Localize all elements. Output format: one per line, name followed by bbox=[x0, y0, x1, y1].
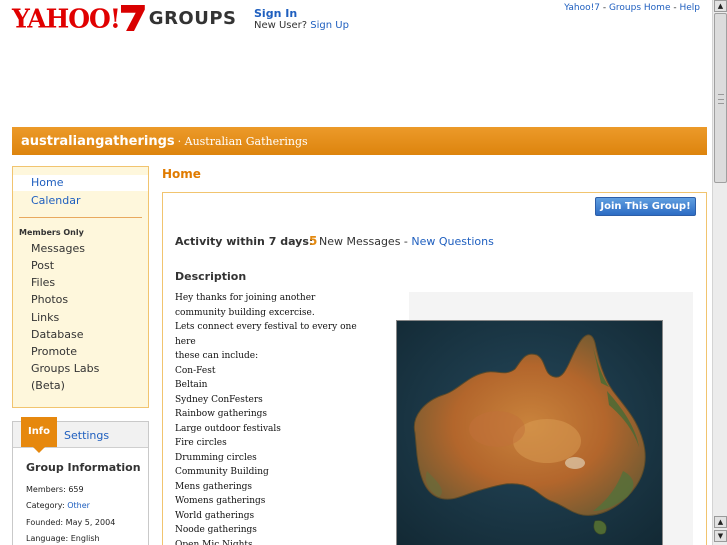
description-line: Mens gatherings bbox=[175, 481, 253, 492]
category-label: Category: bbox=[26, 501, 65, 510]
members-value: 659 bbox=[68, 485, 84, 494]
activity-summary: Activity within 7 days: 5 New Messages -… bbox=[175, 234, 494, 248]
nav-item-calendar[interactable]: Calendar bbox=[31, 194, 80, 208]
sign-up-link[interactable]: Sign Up bbox=[310, 20, 349, 31]
description-line: World gatherings bbox=[175, 510, 255, 521]
description-line: Open Mic Nights bbox=[175, 539, 253, 545]
join-group-button[interactable]: Join This Group! bbox=[595, 197, 696, 216]
group-info-box: Info Settings Group Information Members:… bbox=[12, 417, 149, 545]
description-line: here bbox=[175, 336, 196, 347]
sign-in-area: Sign In New User? Sign Up bbox=[254, 8, 349, 31]
members-count: Members: 659 bbox=[26, 485, 84, 494]
members-label: Members: bbox=[26, 485, 66, 494]
tab-settings[interactable]: Settings bbox=[64, 429, 109, 442]
language-value: English bbox=[70, 534, 100, 543]
nav-item-links[interactable]: Links bbox=[31, 311, 59, 325]
nav-item-home[interactable]: Home bbox=[13, 175, 148, 191]
description-line: Rainbow gatherings bbox=[175, 409, 267, 419]
new-user-text: New User? Sign Up bbox=[254, 20, 349, 31]
description-line: Community Building bbox=[175, 467, 269, 477]
description-line: Hey thanks for joining another bbox=[175, 293, 316, 303]
new-questions-link[interactable]: New Questions bbox=[411, 235, 493, 248]
description-line: Con-Fest bbox=[175, 365, 216, 376]
group-id[interactable]: australiangatherings bbox=[21, 134, 175, 149]
sign-in-link[interactable]: Sign In bbox=[254, 8, 349, 19]
nav-item-post[interactable]: Post bbox=[31, 259, 54, 273]
scroll-up-button[interactable]: ▲ bbox=[714, 0, 727, 12]
description-line: Sydney ConFesters bbox=[175, 394, 263, 405]
description-line: Large outdoor festivals bbox=[175, 423, 281, 434]
description-line: these can include: bbox=[175, 351, 259, 361]
description-body: Hey thanks for joining another community … bbox=[175, 291, 365, 545]
scrollbar-thumb[interactable] bbox=[714, 13, 727, 183]
activity-count: 5 bbox=[309, 234, 318, 248]
help-link[interactable]: Help bbox=[679, 3, 700, 13]
logo-yahoo-text: YAHOO! bbox=[12, 2, 121, 34]
nav-item-promote[interactable]: Promote bbox=[31, 345, 77, 359]
nav-item-database[interactable]: Database bbox=[31, 328, 84, 342]
group-information-title: Group Information bbox=[26, 461, 141, 474]
description-line: Womens gatherings bbox=[175, 496, 266, 506]
description-line: community building excercise. bbox=[175, 307, 315, 318]
founded-label: Founded: bbox=[26, 518, 64, 527]
australia-map-image bbox=[396, 320, 663, 545]
main-content-box: Join This Group! Activity within 7 days:… bbox=[162, 192, 707, 545]
category-row: Category: Other bbox=[26, 501, 90, 510]
description-heading: Description bbox=[175, 270, 247, 283]
nav-item-photos[interactable]: Photos bbox=[31, 293, 68, 307]
nav-item-messages[interactable]: Messages bbox=[31, 242, 85, 256]
language-label: Language: bbox=[26, 534, 69, 543]
vertical-scrollbar[interactable]: ▲ ▲ ▼ bbox=[712, 0, 727, 545]
scroll-up-button-lower[interactable]: ▲ bbox=[714, 516, 727, 528]
left-navigation: Home Calendar Members Only Messages Post… bbox=[12, 166, 149, 408]
nav-item-files[interactable]: Files bbox=[31, 276, 55, 290]
category-link[interactable]: Other bbox=[67, 501, 90, 510]
nav-item-groups-labs[interactable]: Groups Labs bbox=[31, 362, 99, 376]
description-line: Noode gatherings bbox=[175, 525, 257, 535]
description-line: Drumming circles bbox=[175, 452, 257, 463]
activity-separator: - bbox=[400, 235, 412, 248]
scroll-down-button[interactable]: ▼ bbox=[714, 530, 727, 542]
group-banner: australiangatherings · Australian Gather… bbox=[12, 127, 707, 155]
description-line: Beltain bbox=[175, 380, 208, 390]
description-line: Fire circles bbox=[175, 438, 227, 448]
logo-seven-mark bbox=[120, 5, 145, 31]
top-link-separator: - bbox=[599, 3, 609, 13]
members-only-heading: Members Only bbox=[19, 228, 84, 237]
new-user-label: New User? bbox=[254, 20, 308, 31]
language-row: Language: English bbox=[26, 534, 100, 543]
top-links: Yahoo!7 - Groups Home - Help bbox=[564, 3, 700, 13]
nav-divider bbox=[19, 217, 142, 218]
activity-label: Activity within 7 days: bbox=[175, 235, 314, 248]
tab-info[interactable]: Info bbox=[21, 417, 57, 453]
yahoo7-link[interactable]: Yahoo!7 bbox=[564, 3, 600, 13]
yahoo7-groups-logo[interactable]: YAHOO! GROUPS bbox=[12, 2, 237, 34]
scrollbar-grip-icon bbox=[718, 94, 724, 104]
new-messages-text: New Messages bbox=[319, 235, 401, 248]
logo-groups-text: GROUPS bbox=[148, 7, 237, 29]
group-title: · Australian Gatherings bbox=[177, 134, 308, 148]
founded-value: May 5, 2004 bbox=[65, 518, 116, 527]
founded-row: Founded: May 5, 2004 bbox=[26, 518, 115, 527]
description-line: Lets connect every festival to every one bbox=[175, 322, 357, 332]
nav-item-beta[interactable]: (Beta) bbox=[31, 379, 65, 393]
page-title: Home bbox=[162, 167, 201, 181]
groups-home-link[interactable]: Groups Home bbox=[609, 3, 671, 13]
activity-messages: New Messages - New Questions bbox=[319, 235, 494, 248]
info-tabs: Info Settings bbox=[13, 417, 148, 453]
australia-satellite-map bbox=[397, 321, 662, 545]
